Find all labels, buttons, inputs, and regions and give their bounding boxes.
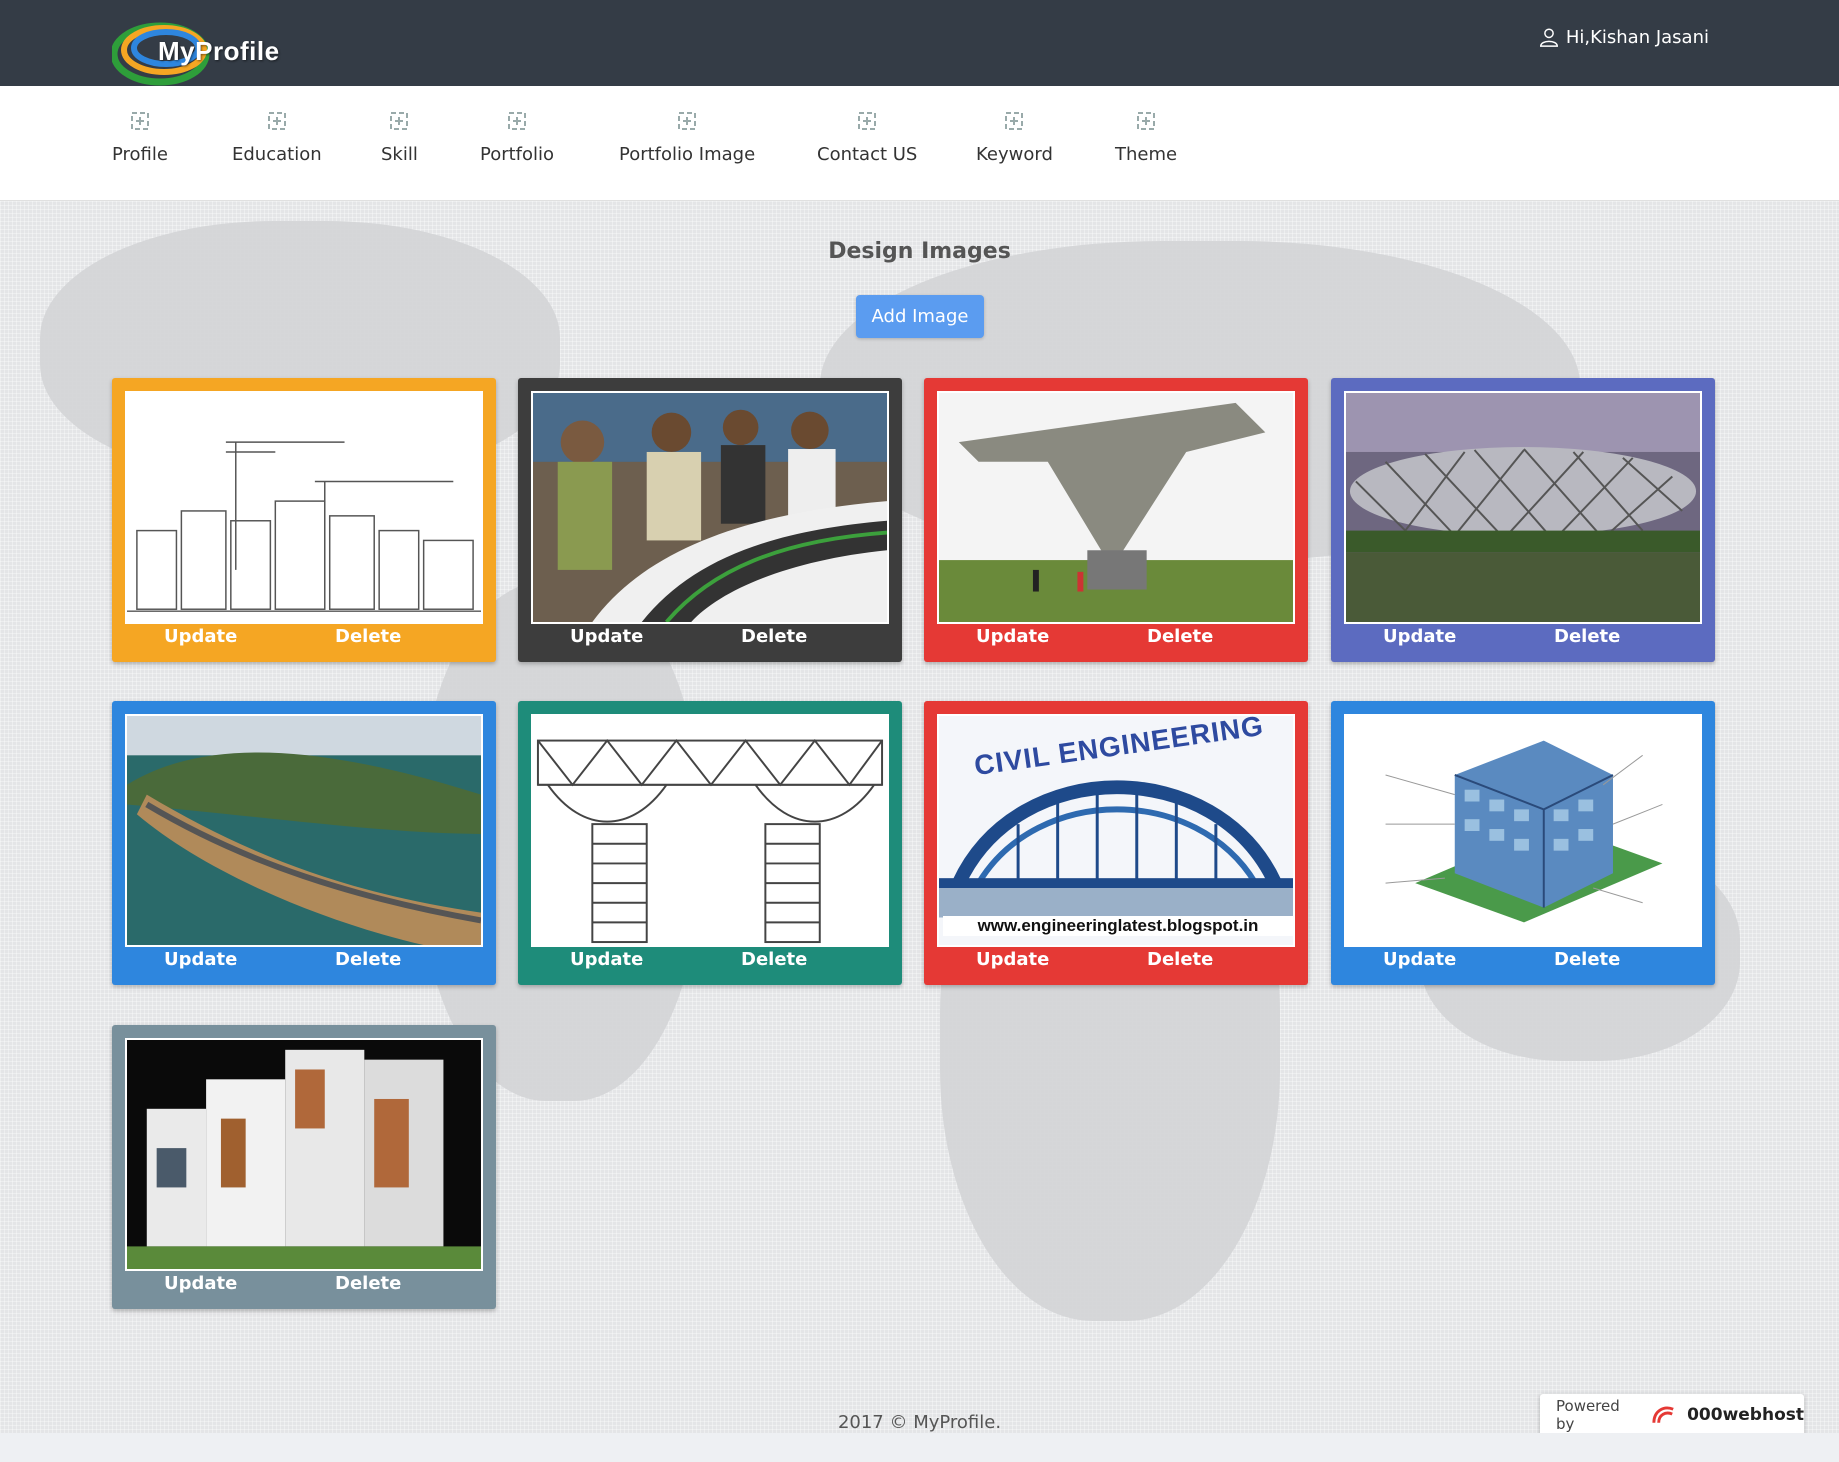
delete-button[interactable]: Delete bbox=[741, 626, 807, 647]
delete-button[interactable]: Delete bbox=[1554, 626, 1620, 647]
plus-square-icon bbox=[1137, 112, 1156, 130]
card-image-concrete-pier[interactable] bbox=[937, 391, 1295, 624]
nav-label: Theme bbox=[1115, 144, 1178, 165]
image-caption-bottom: www.engineeringlatest.blogspot.in bbox=[943, 916, 1293, 936]
plus-square-icon bbox=[678, 112, 697, 130]
card-image-building-services-diagram[interactable] bbox=[1344, 714, 1702, 947]
update-button[interactable]: Update bbox=[976, 626, 1049, 647]
add-image-button[interactable]: Add Image bbox=[856, 295, 984, 338]
nav-label: Education bbox=[232, 144, 322, 165]
nav-label: Portfolio Image bbox=[619, 144, 756, 165]
plus-square-icon bbox=[1005, 112, 1024, 130]
card-image-sketch-city-cranes[interactable] bbox=[125, 391, 483, 624]
main-nav: Profile Education Skill Portfolio Portfo… bbox=[0, 86, 1839, 201]
main-content: Design Images Add Image Update Delete Up… bbox=[0, 201, 1839, 1433]
logo-text: MyProfile bbox=[158, 36, 280, 66]
image-card: CIVIL ENGINEERING www.engineeringlatest.… bbox=[924, 701, 1308, 985]
webhost-logo-icon bbox=[1652, 1406, 1674, 1423]
nav-item-contact-us[interactable]: Contact US bbox=[817, 112, 917, 165]
image-card: Update Delete bbox=[924, 378, 1308, 662]
delete-button[interactable]: Delete bbox=[335, 949, 401, 970]
update-button[interactable]: Update bbox=[570, 626, 643, 647]
nav-item-portfolio[interactable]: Portfolio bbox=[480, 112, 554, 165]
update-button[interactable]: Update bbox=[164, 949, 237, 970]
image-card: Update Delete bbox=[1331, 701, 1715, 985]
webhost-name: 000webhost bbox=[1687, 1405, 1804, 1425]
image-card: Update Delete bbox=[112, 701, 496, 985]
bottom-strip bbox=[0, 1433, 1839, 1462]
powered-by-label: Powered by bbox=[1556, 1397, 1620, 1433]
card-image-modern-house-render[interactable] bbox=[125, 1038, 483, 1271]
delete-button[interactable]: Delete bbox=[1554, 949, 1620, 970]
plus-square-icon bbox=[267, 112, 286, 130]
plus-square-icon bbox=[390, 112, 409, 130]
image-card: Update Delete bbox=[112, 1025, 496, 1309]
update-button[interactable]: Update bbox=[1383, 949, 1456, 970]
nav-item-portfolio-image[interactable]: Portfolio Image bbox=[619, 112, 755, 165]
plus-square-icon bbox=[508, 112, 527, 130]
plus-square-icon bbox=[858, 112, 877, 130]
delete-button[interactable]: Delete bbox=[1147, 626, 1213, 647]
page-title: Design Images bbox=[828, 239, 1011, 264]
card-image-students-road-model[interactable] bbox=[531, 391, 889, 624]
delete-button[interactable]: Delete bbox=[335, 1273, 401, 1294]
nav-label: Portfolio bbox=[480, 144, 555, 165]
card-image-birds-nest-stadium[interactable] bbox=[1344, 391, 1702, 624]
delete-button[interactable]: Delete bbox=[335, 626, 401, 647]
nav-item-education[interactable]: Education bbox=[232, 112, 322, 165]
update-button[interactable]: Update bbox=[976, 949, 1049, 970]
delete-button[interactable]: Delete bbox=[741, 949, 807, 970]
update-button[interactable]: Update bbox=[164, 626, 237, 647]
nav-item-skill[interactable]: Skill bbox=[381, 112, 418, 165]
user-menu[interactable]: Hi,Kishan Jasani bbox=[1538, 26, 1709, 48]
nav-label: Keyword bbox=[976, 144, 1053, 165]
image-card: Update Delete bbox=[112, 378, 496, 662]
nav-item-profile[interactable]: Profile bbox=[112, 112, 168, 165]
powered-by-badge[interactable]: Powered by 000webhost bbox=[1540, 1394, 1804, 1436]
update-button[interactable]: Update bbox=[1383, 626, 1456, 647]
image-card: Update Delete bbox=[1331, 378, 1715, 662]
image-card: Update Delete bbox=[518, 378, 902, 662]
nav-item-theme[interactable]: Theme bbox=[1115, 112, 1177, 165]
delete-button[interactable]: Delete bbox=[1147, 949, 1213, 970]
card-image-truss-bridge-drawing[interactable] bbox=[531, 714, 889, 947]
nav-label: Skill bbox=[381, 144, 418, 165]
card-image-civil-engineering-arch-bridge[interactable]: CIVIL ENGINEERING www.engineeringlatest.… bbox=[937, 714, 1295, 947]
update-button[interactable]: Update bbox=[164, 1273, 237, 1294]
nav-label: Contact US bbox=[817, 144, 918, 165]
plus-square-icon bbox=[130, 112, 149, 130]
user-icon bbox=[1539, 28, 1558, 47]
nav-label: Profile bbox=[112, 144, 168, 165]
update-button[interactable]: Update bbox=[570, 949, 643, 970]
user-greeting-text: Hi,Kishan Jasani bbox=[1565, 26, 1709, 48]
nav-item-keyword[interactable]: Keyword bbox=[976, 112, 1053, 165]
myprofile-logo[interactable]: MyProfile bbox=[112, 20, 312, 86]
top-header: MyProfile Hi,Kishan Jasani bbox=[0, 0, 1839, 86]
card-image-coastal-highway[interactable] bbox=[125, 714, 483, 947]
image-card: Update Delete bbox=[518, 701, 902, 985]
